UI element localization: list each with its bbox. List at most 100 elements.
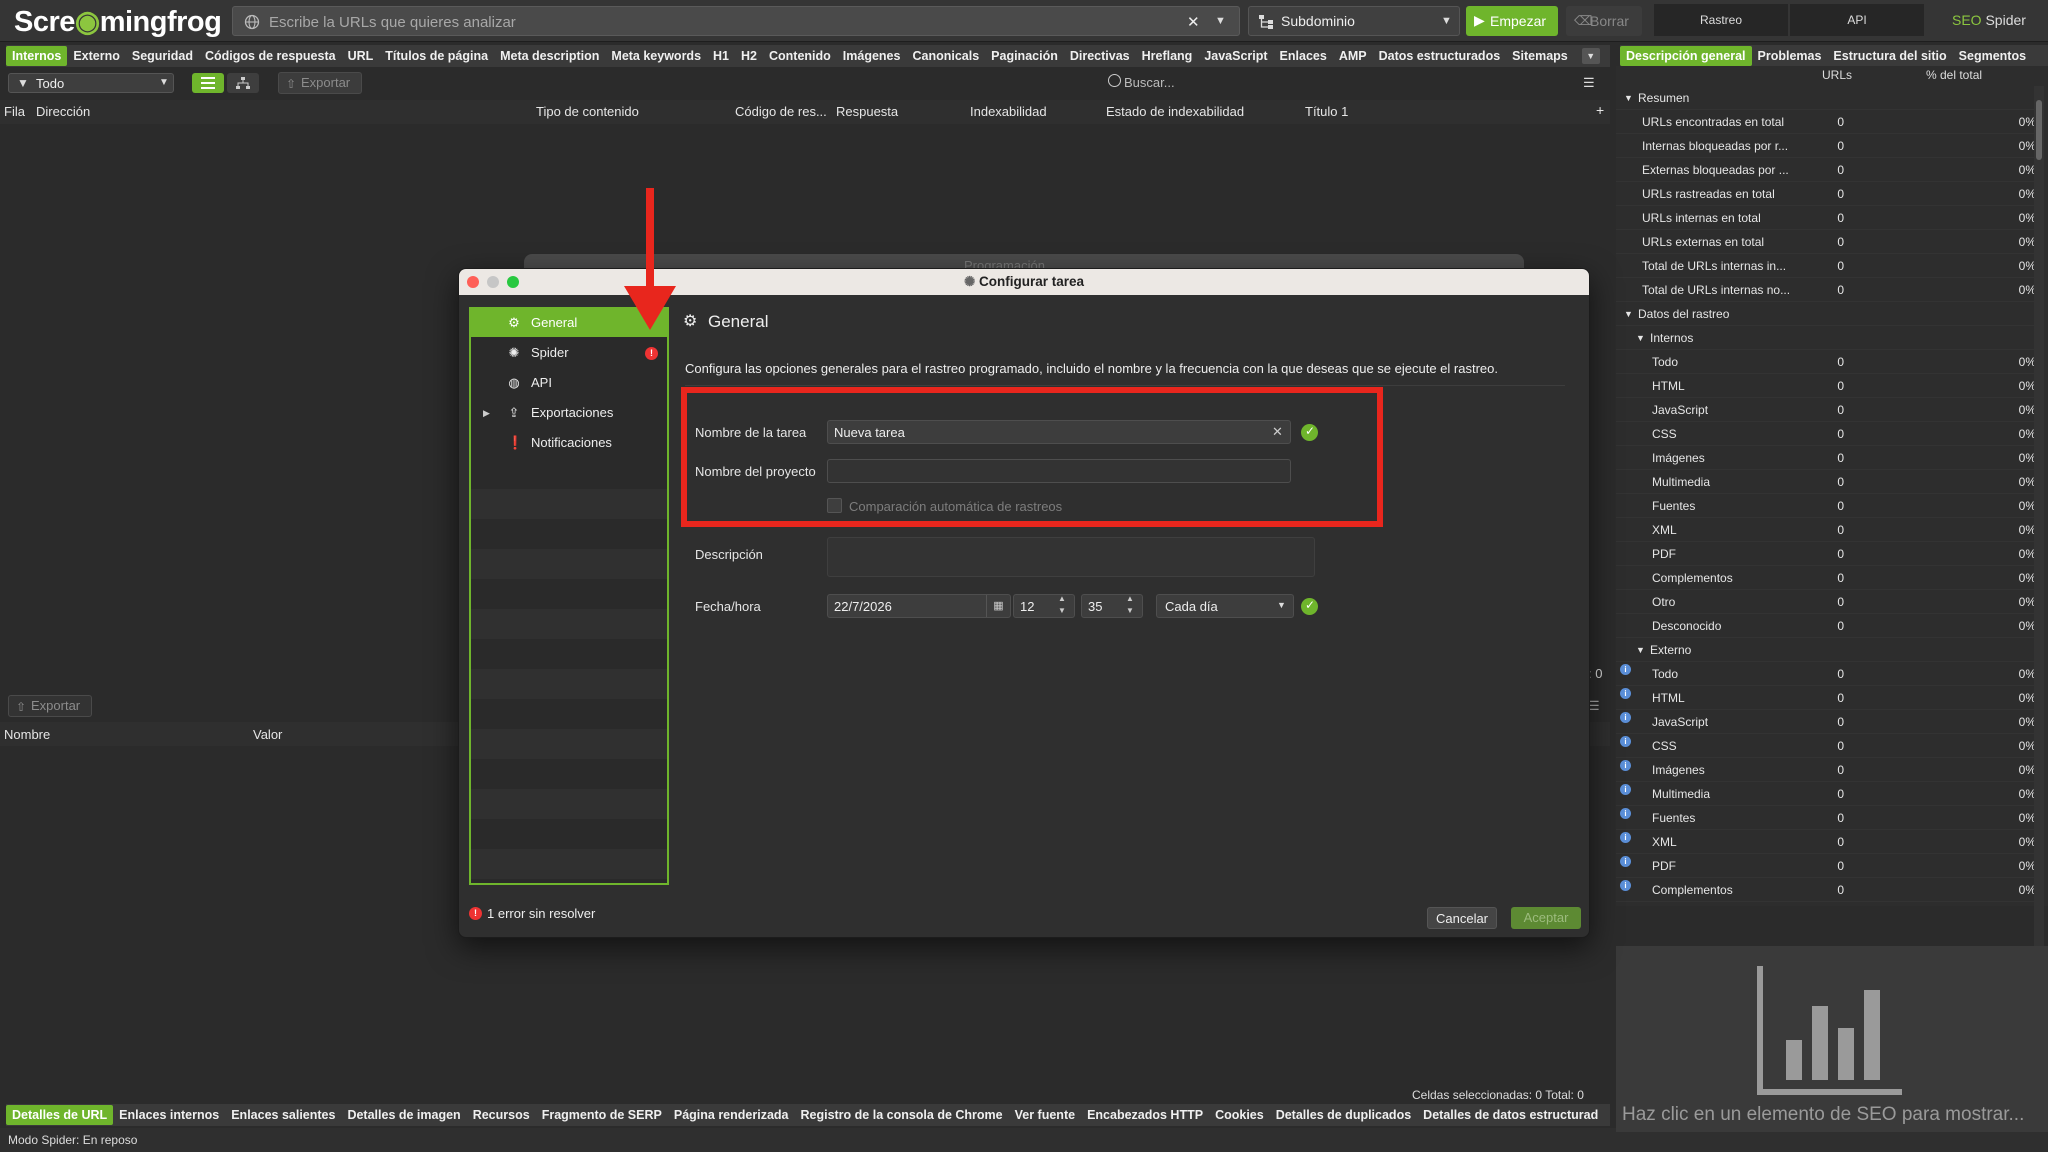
collapse-arrow-icon[interactable]: ▼ — [1636, 645, 1645, 655]
nav-api[interactable]: ◍ API — [471, 369, 667, 397]
increment-icon[interactable]: ▲ — [1058, 594, 1066, 603]
overview-row[interactable]: XML i 0 0% — [1616, 830, 2036, 854]
overview-row[interactable]: Todo 0 0% — [1616, 350, 2036, 374]
tab-estructura-del-sitio[interactable]: Estructura del sitio — [1827, 46, 1952, 66]
description-field[interactable] — [827, 537, 1315, 577]
close-window-button[interactable] — [467, 276, 479, 288]
overview-group-row[interactable]: ▼ Resumen — [1616, 86, 2036, 110]
url-input[interactable]: Escribe la URLs que quieres analizar ✕ ▼ — [232, 6, 1240, 36]
api-segment-button[interactable]: API — [1790, 4, 1924, 36]
lower-export-button[interactable]: ⇧ Exportar — [8, 695, 92, 717]
frequency-select[interactable]: Cada día ▼ — [1156, 594, 1294, 618]
tab-problemas[interactable]: Problemas — [1752, 46, 1828, 66]
export-button[interactable]: ⇧ Exportar — [278, 72, 362, 94]
overview-row[interactable]: Desconocido 0 0% — [1616, 614, 2036, 638]
tab-fragmento-de-serp[interactable]: Fragmento de SERP — [536, 1105, 668, 1125]
tab-meta-description[interactable]: Meta description — [494, 46, 605, 66]
overview-row[interactable]: PDF i 0 0% — [1616, 854, 2036, 878]
overview-row[interactable]: URLs externas en total 0 0% — [1616, 230, 2036, 254]
collapse-arrow-icon[interactable]: ▼ — [1624, 93, 1633, 103]
crawl-segment-button[interactable]: Rastreo — [1654, 4, 1788, 36]
tab-meta-keywords[interactable]: Meta keywords — [605, 46, 707, 66]
search-input[interactable]: Buscar... — [1100, 73, 1600, 93]
overview-row[interactable]: Total de URLs internas in... 0 0% — [1616, 254, 2036, 278]
tab-enlaces[interactable]: Enlaces — [1274, 46, 1333, 66]
overview-row[interactable]: HTML 0 0% — [1616, 374, 2036, 398]
overview-row[interactable]: Fuentes 0 0% — [1616, 494, 2036, 518]
date-field[interactable]: 22/7/2026 ▦ — [827, 594, 1011, 618]
overview-row[interactable]: XML 0 0% — [1616, 518, 2036, 542]
minute-stepper[interactable]: 35 ▲ ▼ — [1081, 594, 1143, 618]
clear-url-icon[interactable]: ✕ — [1187, 13, 1200, 31]
tab-h2[interactable]: H2 — [735, 46, 763, 66]
tab-detalles-de-duplicados[interactable]: Detalles de duplicados — [1270, 1105, 1417, 1125]
decrement-icon[interactable]: ▼ — [1126, 606, 1134, 615]
col-name[interactable]: Nombre — [4, 727, 50, 742]
overview-row[interactable]: Total de URLs internas no... 0 0% — [1616, 278, 2036, 302]
overview-row[interactable]: URLs rastreadas en total 0 0% — [1616, 182, 2036, 206]
overview-group-row[interactable]: ▼ Datos del rastreo — [1616, 302, 2036, 326]
tab-detalles-de-url[interactable]: Detalles de URL — [6, 1105, 114, 1125]
overview-row[interactable]: Otro 0 0% — [1616, 590, 2036, 614]
tab-descripcion-general[interactable]: Descripción general — [1620, 46, 1752, 66]
overview-row[interactable]: JavaScript i 0 0% — [1616, 710, 2036, 734]
overview-row[interactable]: Imágenes 0 0% — [1616, 446, 2036, 470]
tab-titulos-de-pagina[interactable]: Títulos de página — [379, 46, 494, 66]
tab-detalles-de-imagen[interactable]: Detalles de imagen — [341, 1105, 466, 1125]
nav-exports[interactable]: ▶ ⇪ Exportaciones — [471, 399, 667, 427]
overview-scrollbar[interactable] — [2034, 86, 2044, 966]
overview-row[interactable]: JavaScript 0 0% — [1616, 398, 2036, 422]
overview-row[interactable]: Multimedia 0 0% — [1616, 470, 2036, 494]
overview-row[interactable]: PDF 0 0% — [1616, 542, 2036, 566]
tab-enlaces-salientes[interactable]: Enlaces salientes — [225, 1105, 341, 1125]
overview-row[interactable]: Imágenes i 0 0% — [1616, 758, 2036, 782]
overview-row[interactable]: Complementos 0 0% — [1616, 566, 2036, 590]
hour-stepper[interactable]: 12 ▲ ▼ — [1013, 594, 1075, 618]
col-value[interactable]: Valor — [253, 727, 282, 742]
tab-seguridad[interactable]: Seguridad — [126, 46, 199, 66]
collapse-arrow-icon[interactable]: ▼ — [1636, 333, 1645, 343]
col-status[interactable]: Respuesta — [836, 104, 898, 119]
col-status-code[interactable]: Código de res... — [735, 104, 827, 119]
tab-contenido[interactable]: Contenido — [763, 46, 837, 66]
tree-view-button[interactable] — [227, 73, 259, 93]
overview-group-row[interactable]: ▼ Internos — [1616, 326, 2036, 350]
decrement-icon[interactable]: ▼ — [1058, 606, 1066, 615]
tab-canonicals[interactable]: Canonicals — [906, 46, 985, 66]
crawl-mode-select[interactable]: Subdominio ▼ — [1248, 6, 1460, 36]
overview-row[interactable]: Todo i 0 0% — [1616, 662, 2036, 686]
tab-amp[interactable]: AMP — [1333, 46, 1373, 66]
col-address[interactable]: Dirección — [36, 104, 90, 119]
overview-row[interactable]: Multimedia i 0 0% — [1616, 782, 2036, 806]
url-history-dropdown-icon[interactable]: ▼ — [1215, 15, 1226, 27]
overview-row[interactable]: Internas bloqueadas por r... 0 0% — [1616, 134, 2036, 158]
col-row[interactable]: Fila — [4, 104, 25, 119]
zoom-window-button[interactable] — [507, 276, 519, 288]
tab-segmentos[interactable]: Segmentos — [1953, 46, 2032, 66]
tab-recursos[interactable]: Recursos — [467, 1105, 536, 1125]
expand-arrow-icon[interactable]: ▶ — [483, 399, 490, 427]
overview-row[interactable]: Fuentes i 0 0% — [1616, 806, 2036, 830]
tab-detalles-de-datos-estructurad[interactable]: Detalles de datos estructurad — [1417, 1105, 1604, 1125]
more-tabs-icon[interactable]: ▼ — [1581, 48, 1600, 64]
nav-notifications[interactable]: ❗ Notificaciones — [471, 429, 667, 457]
minimize-window-button[interactable] — [487, 276, 499, 288]
col-content-type[interactable]: Tipo de contenido — [536, 104, 639, 119]
tab-datos-estructurados[interactable]: Datos estructurados — [1373, 46, 1507, 66]
cancel-button[interactable]: Cancelar — [1427, 907, 1497, 929]
tab-cookies[interactable]: Cookies — [1209, 1105, 1270, 1125]
filter-settings-icon[interactable]: ☰ — [1583, 75, 1595, 91]
col-indexability-status[interactable]: Estado de indexabilidad — [1106, 104, 1244, 119]
overview-row[interactable]: URLs encontradas en total 0 0% — [1616, 110, 2036, 134]
nav-spider[interactable]: ✺ Spider ! — [471, 339, 667, 367]
overview-row[interactable]: CSS 0 0% — [1616, 422, 2036, 446]
overview-row[interactable]: HTML i 0 0% — [1616, 686, 2036, 710]
tab-enlaces-internos[interactable]: Enlaces internos — [113, 1105, 225, 1125]
calendar-icon[interactable]: ▦ — [986, 595, 1010, 617]
tab-sitemaps[interactable]: Sitemaps — [1506, 46, 1574, 66]
tab-url[interactable]: URL — [342, 46, 380, 66]
tab-internos[interactable]: Internos — [6, 46, 68, 66]
tab-h1[interactable]: H1 — [707, 46, 735, 66]
tab-externo[interactable]: Externo — [67, 46, 126, 66]
add-column-icon[interactable]: + — [1596, 102, 1604, 118]
